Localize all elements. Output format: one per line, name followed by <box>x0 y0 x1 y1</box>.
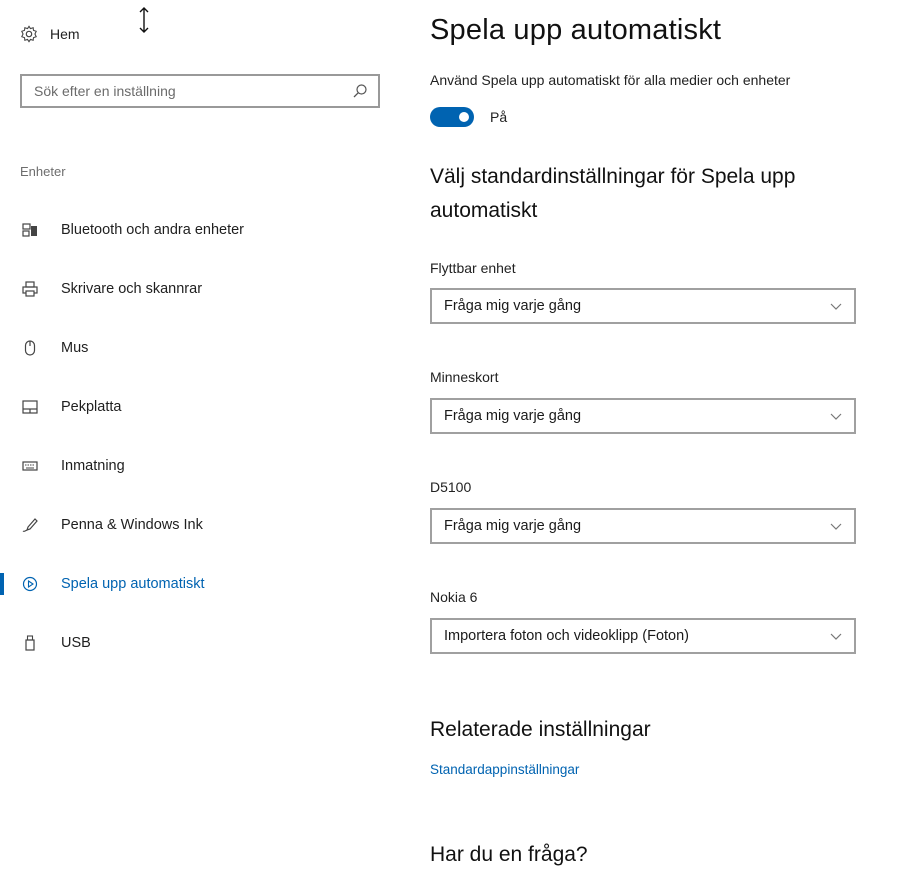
home-label: Hem <box>50 26 80 42</box>
usb-icon <box>25 634 35 651</box>
chevron-down-icon <box>830 633 842 640</box>
d5100-select[interactable]: Fråga mig varje gång <box>430 508 856 544</box>
select-value: Fråga mig varje gång <box>444 518 582 534</box>
sidebar-item-usb[interactable]: USB <box>0 613 400 672</box>
defaults-heading: Välj standardinställningar för Spela upp… <box>430 165 796 222</box>
sidebar-item-bluetooth[interactable]: Bluetooth och andra enheter <box>0 200 400 259</box>
d5100-label: D5100 <box>430 479 472 495</box>
select-value: Importera foton och videoklipp (Foton) <box>444 628 690 644</box>
sidebar-item-mouse[interactable]: Mus <box>0 318 400 377</box>
chevron-down-icon <box>830 523 842 530</box>
removable-drive-label: Flyttbar enhet <box>430 260 516 276</box>
search-box[interactable] <box>20 74 380 108</box>
resize-cursor-icon <box>139 7 149 33</box>
select-value: Fråga mig varje gång <box>444 298 582 314</box>
toggle-state-label: På <box>490 109 508 125</box>
sidebar-item-label: Spela upp automatiskt <box>61 575 205 592</box>
sidebar-item-typing[interactable]: Inmatning <box>0 436 400 495</box>
nokia6-label: Nokia 6 <box>430 589 478 605</box>
default-apps-link[interactable]: Standardappinställningar <box>430 762 579 777</box>
toggle-knob <box>459 112 469 122</box>
sidebar-item-pen[interactable]: Penna & Windows Ink <box>0 495 400 554</box>
nokia6-select[interactable]: Importera foton och videoklipp (Foton) <box>430 618 856 654</box>
sidebar-item-printers[interactable]: Skrivare och skannrar <box>0 259 400 318</box>
sidebar-item-label: Skrivare och skannrar <box>61 280 203 297</box>
question-heading: Har du en fråga? <box>430 843 588 866</box>
printer-icon <box>22 280 38 297</box>
sidebar-item-label: USB <box>61 634 91 651</box>
active-indicator <box>0 573 4 595</box>
sidebar-item-label: Inmatning <box>61 457 125 474</box>
chevron-down-icon <box>830 413 842 420</box>
sidebar-item-autoplay[interactable]: Spela upp automatiskt <box>0 554 400 613</box>
search-icon[interactable] <box>352 83 368 99</box>
sidebar-item-label: Penna & Windows Ink <box>61 516 203 533</box>
search-input[interactable] <box>22 76 344 106</box>
pen-icon <box>22 517 38 532</box>
sidebar-item-label: Mus <box>61 339 89 356</box>
mouse-icon <box>24 339 36 356</box>
removable-drive-select[interactable]: Fråga mig varje gång <box>430 288 856 324</box>
sidebar-item-label: Pekplatta <box>61 398 122 415</box>
memory-card-select[interactable]: Fråga mig varje gång <box>430 398 856 434</box>
autoplay-toggle[interactable] <box>430 107 474 127</box>
gear-icon <box>21 25 37 43</box>
home-link[interactable]: Hem <box>20 22 80 46</box>
sidebar-item-touchpad[interactable]: Pekplatta <box>0 377 400 436</box>
memory-card-label: Minneskort <box>430 369 499 385</box>
page-title: Spela upp automatiskt <box>430 14 722 46</box>
sidebar-nav: Bluetooth och andra enheter Skrivare och… <box>0 200 400 672</box>
touchpad-icon <box>22 399 38 414</box>
use-all-label: Använd Spela upp automatiskt för alla me… <box>430 72 791 88</box>
autoplay-toggle-row: På <box>430 107 507 127</box>
autoplay-icon <box>22 576 38 591</box>
chevron-down-icon <box>830 303 842 310</box>
keyboard-icon <box>22 460 38 471</box>
section-title-devices: Enheter <box>20 164 66 179</box>
select-value: Fråga mig varje gång <box>444 408 582 424</box>
bluetooth-devices-icon <box>22 222 37 237</box>
related-settings-heading: Relaterade inställningar <box>430 718 651 741</box>
sidebar-item-label: Bluetooth och andra enheter <box>61 221 244 238</box>
